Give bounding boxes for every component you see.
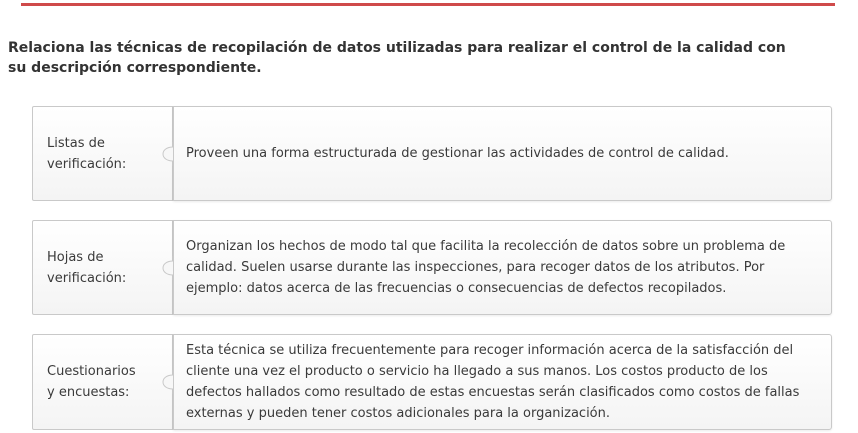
term-tile[interactable]: Cuestionarios y encuestas: [32,334,173,430]
description-text: Esta técnica se utiliza frecuentemente p… [186,343,800,421]
puzzle-connector-icon [162,370,174,394]
match-pair: Listas de verificación: Proveen una form… [32,106,832,201]
description-tile[interactable]: Organizan los hechos de modo tal que fac… [173,220,832,315]
description-tile[interactable]: Esta técnica se utiliza frecuentemente p… [173,334,832,430]
puzzle-connector-icon [162,256,174,280]
top-accent-rule [21,3,835,6]
term-tile[interactable]: Listas de verificación: [32,106,173,201]
term-label: Cuestionarios y encuestas: [47,364,136,400]
activity-instructions: Relaciona las técnicas de recopilación d… [8,40,786,76]
term-tile[interactable]: Hojas de verificación: [32,220,173,315]
description-tile[interactable]: Proveen una forma estructurada de gestio… [173,106,832,201]
puzzle-connector-icon [162,142,174,166]
term-label: Listas de verificación: [47,135,127,172]
match-pair: Hojas de verificación: Organizan los hec… [32,220,832,315]
description-text: Organizan los hechos de modo tal que fac… [186,239,786,296]
term-label: Hojas de verificación: [47,249,127,286]
description-text: Proveen una forma estructurada de gestio… [186,146,729,161]
match-pair: Cuestionarios y encuestas: Esta técnica … [32,334,832,430]
